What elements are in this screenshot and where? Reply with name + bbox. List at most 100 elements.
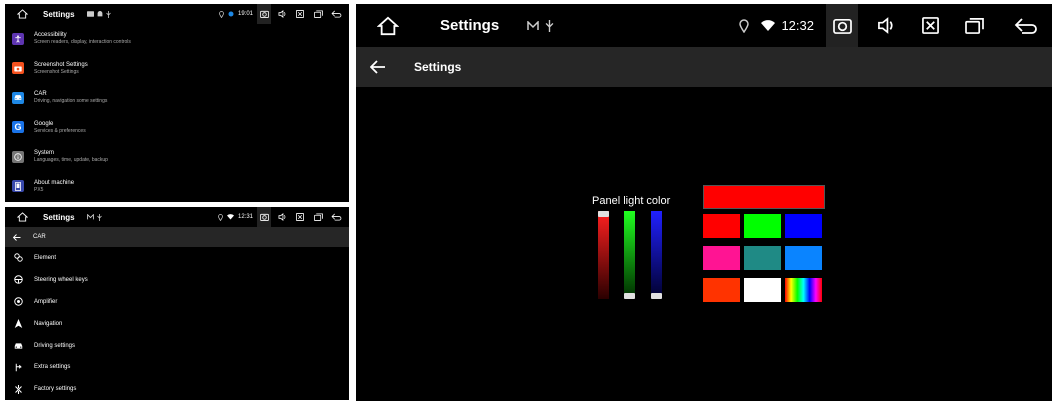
car-item-factory-settings[interactable]: Factory settings <box>5 378 349 400</box>
swatch-orange[interactable] <box>703 278 740 302</box>
swatch-teal[interactable] <box>744 246 781 270</box>
recents-button[interactable] <box>311 207 325 227</box>
settings-item-accessibility[interactable]: Accessibility Screen readers, display, i… <box>5 24 349 54</box>
back-arrow-icon <box>330 213 341 221</box>
status-time: 12:31 <box>237 214 253 220</box>
car-item-extra-settings[interactable]: Extra settings <box>5 356 349 378</box>
blue-slider-knob[interactable] <box>651 293 662 299</box>
recents-button[interactable] <box>958 4 990 47</box>
screenshot-button[interactable] <box>826 4 858 47</box>
close-box-icon <box>921 17 939 34</box>
camera-icon <box>12 62 24 75</box>
panel-light-color-screen: Settings 12:32 Settings Panel light colo… <box>356 4 1052 401</box>
element-icon <box>13 253 23 263</box>
car-settings-list: Element Steering wheel keys Amplifier Na… <box>5 247 349 400</box>
blue-slider[interactable] <box>651 211 662 299</box>
info-icon <box>12 150 24 163</box>
status-time: 19:01 <box>237 11 253 17</box>
car-icon <box>13 341 23 351</box>
settings-item-google[interactable]: G Google Services & preferences <box>5 113 349 143</box>
green-slider[interactable] <box>624 211 635 299</box>
home-button[interactable] <box>11 207 33 227</box>
back-arrow-icon <box>330 10 341 18</box>
swatch-blue[interactable] <box>785 214 822 238</box>
car-item-navigation[interactable]: Navigation <box>5 313 349 335</box>
swatch-pink[interactable] <box>703 246 740 270</box>
car-item-amplifier[interactable]: Amplifier <box>5 291 349 313</box>
home-button[interactable] <box>366 4 410 47</box>
status-title: Settings <box>440 17 500 34</box>
navigation-arrow-icon <box>13 319 23 329</box>
back-button[interactable] <box>1010 4 1042 47</box>
settings-screen-main: Settings 19:01 Accessibility Screen read… <box>5 4 349 202</box>
home-icon <box>377 16 399 35</box>
bluetooth-connected-icon <box>228 11 234 17</box>
status-time: 12:32 <box>781 18 814 33</box>
close-box-icon <box>296 213 304 221</box>
location-icon <box>219 10 224 18</box>
home-icon <box>16 212 28 222</box>
screenshot-button[interactable] <box>257 4 271 24</box>
close-app-button[interactable] <box>293 4 307 24</box>
phone-icon <box>12 180 24 193</box>
volume-button[interactable] <box>275 207 289 227</box>
notification-icon <box>86 11 94 17</box>
wifi-icon <box>761 19 776 31</box>
panel-light-color-label: Panel light color <box>592 195 671 207</box>
car-item-element[interactable]: Element <box>5 247 349 269</box>
red-slider[interactable] <box>598 211 609 299</box>
green-slider-knob[interactable] <box>624 293 635 299</box>
recents-button[interactable] <box>311 4 325 24</box>
car-header: CAR <box>5 227 349 247</box>
swatch-white[interactable] <box>744 278 781 302</box>
status-bar: Settings 12:32 <box>356 4 1052 47</box>
factory-icon <box>13 384 23 394</box>
screenshot-button[interactable] <box>257 207 271 227</box>
settings-header-title: Settings <box>414 60 462 74</box>
extra-settings-icon <box>13 362 23 372</box>
car-item-driving-settings[interactable]: Driving settings <box>5 335 349 357</box>
usb-icon <box>96 213 102 221</box>
settings-list: Accessibility Screen readers, display, i… <box>5 24 349 201</box>
camera-icon <box>259 10 269 18</box>
location-icon <box>218 213 223 221</box>
settings-item-system[interactable]: System Languages, time, update, backup <box>5 142 349 172</box>
settings-item-car[interactable]: CAR Driving, navigation some settings <box>5 83 349 113</box>
location-icon <box>739 18 750 33</box>
google-icon: G <box>12 121 24 134</box>
camera-icon <box>259 213 269 221</box>
recents-icon <box>313 10 323 18</box>
wifi-icon <box>226 214 234 220</box>
back-arrow-icon[interactable] <box>370 60 386 74</box>
color-preview <box>703 185 825 209</box>
android-icon <box>97 11 102 17</box>
back-button[interactable] <box>329 207 343 227</box>
close-app-button[interactable] <box>293 207 307 227</box>
swatch-green[interactable] <box>744 214 781 238</box>
car-item-steering-wheel-keys[interactable]: Steering wheel keys <box>5 269 349 291</box>
volume-icon <box>877 17 893 34</box>
usb-icon <box>545 19 554 32</box>
accessibility-icon <box>12 32 24 45</box>
home-button[interactable] <box>11 4 33 24</box>
volume-icon <box>278 213 285 221</box>
back-arrow-icon[interactable] <box>13 233 21 241</box>
close-app-button[interactable] <box>914 4 946 47</box>
red-slider-knob[interactable] <box>598 211 609 217</box>
swatch-light-blue[interactable] <box>785 246 822 270</box>
back-arrow-icon <box>1014 17 1037 34</box>
media-icon <box>86 214 94 220</box>
steering-wheel-icon <box>13 275 23 285</box>
close-box-icon <box>296 10 304 18</box>
settings-item-screenshot[interactable]: Screenshot Settings Screenshot Settings <box>5 54 349 84</box>
volume-button[interactable] <box>275 4 289 24</box>
car-header-title: CAR <box>33 234 46 240</box>
settings-item-about-machine[interactable]: About machine PX5 <box>5 172 349 202</box>
swatch-rainbow[interactable] <box>785 278 822 302</box>
car-settings-screen: Settings 12:31 CAR Element Steering whee… <box>5 207 349 400</box>
back-button[interactable] <box>329 4 343 24</box>
volume-button[interactable] <box>870 4 902 47</box>
settings-header: Settings <box>356 47 1052 87</box>
volume-icon <box>278 10 285 18</box>
swatch-red[interactable] <box>703 214 740 238</box>
